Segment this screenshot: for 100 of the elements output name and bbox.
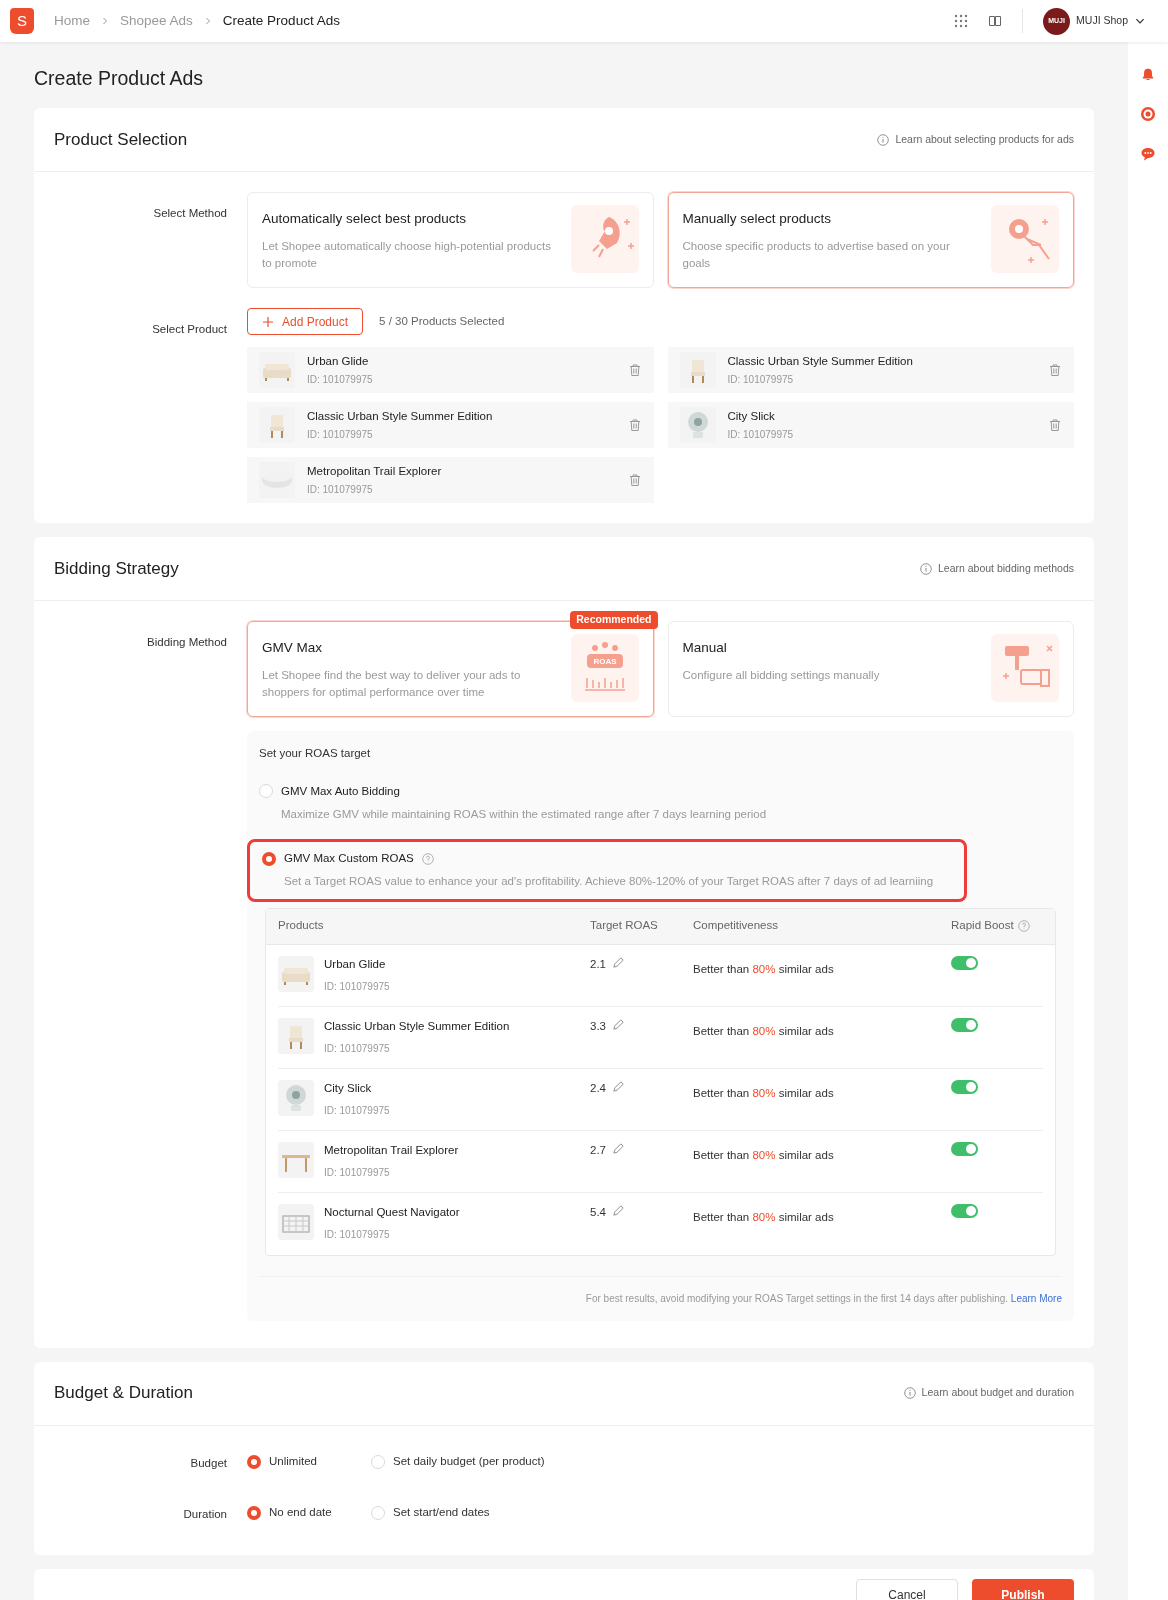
bell-icon[interactable] — [1140, 66, 1156, 82]
target-roas-value: 3.3 — [590, 1018, 606, 1034]
rocket-illustration — [570, 205, 639, 274]
method-card[interactable]: Automatically select best products Let Shopee automatically choose high-potential products to promote — [247, 192, 654, 289]
product-id: ID: 101079975 — [324, 1103, 390, 1118]
method-description: Configure all bidding settings manually — [682, 667, 881, 683]
trash-icon[interactable] — [1048, 418, 1062, 433]
product-id: ID: 101079975 — [324, 1227, 391, 1242]
section-title: Budget & Duration — [54, 1382, 193, 1405]
product-name: Classic Urban Style Summer Edition — [324, 1018, 510, 1034]
help-icon[interactable] — [1017, 920, 1030, 932]
method-title: Manually select products — [682, 210, 833, 229]
product-id: ID: 101079975 — [727, 428, 795, 443]
option-label: Set daily budget (per product) — [393, 1453, 545, 1469]
pencil-icon[interactable] — [612, 1203, 625, 1217]
book-icon[interactable] — [988, 14, 1003, 28]
column-header: Rapid Boost — [951, 918, 1014, 934]
pencil-icon[interactable] — [612, 1079, 625, 1093]
add-product-button[interactable]: Add Product — [247, 308, 364, 336]
selected-count: 5 / 30 Products Selected — [379, 314, 505, 330]
page-title: Create Product Ads — [34, 66, 205, 91]
field-label: Duration — [183, 1507, 227, 1520]
product-id: ID: 101079975 — [324, 1165, 391, 1180]
target-roas-value: 2.7 — [590, 1142, 606, 1158]
column-header: Competitiveness — [693, 918, 778, 934]
product-name: City Slick — [727, 409, 776, 425]
pencil-icon[interactable] — [612, 1141, 625, 1155]
trash-icon[interactable] — [1048, 363, 1062, 378]
roas-note: For best results, avoid modifying your ROAS Target settings in the first 14 days after publishing. Learn More — [585, 1292, 1062, 1304]
rapid-boost-toggle[interactable] — [951, 1079, 978, 1094]
chat-icon[interactable] — [1140, 146, 1156, 162]
target-roas-value: 5.4 — [590, 1204, 606, 1220]
option-description: Maximize GMV while maintaining ROAS within the estimated range after 7 days learning period — [281, 806, 768, 822]
product-name: Metropolitan Trail Explorer — [307, 464, 443, 480]
plus-icon — [262, 315, 274, 328]
competitiveness-text: Better than 80% similar ads — [693, 1148, 834, 1161]
radio-button[interactable] — [247, 1454, 261, 1469]
help-icon[interactable] — [421, 852, 434, 865]
method-card[interactable]: Manual Configure all bidding settings manually — [667, 621, 1074, 718]
product-id: ID: 101079975 — [307, 428, 374, 443]
apps-grid-icon[interactable] — [954, 14, 969, 28]
product-name: Classic Urban Style Summer Edition — [727, 354, 914, 370]
help-link[interactable]: Learn about selecting products for ads — [895, 131, 1074, 148]
section-title: Bidding Strategy — [54, 558, 179, 580]
method-title: Manual — [682, 639, 728, 658]
product-id: ID: 101079975 — [307, 373, 374, 388]
competitiveness-text: Better than 80% similar ads — [693, 962, 834, 975]
column-header: Target ROAS — [590, 918, 658, 934]
roas-illustration: ROAS — [570, 634, 639, 703]
rapid-boost-toggle[interactable] — [951, 1141, 978, 1156]
pencil-icon[interactable] — [612, 1017, 625, 1031]
pencil-icon[interactable] — [612, 955, 625, 969]
product-name: Nocturnal Quest Navigator — [324, 1204, 460, 1220]
method-card[interactable]: Manually select products Choose specific products to advertise based on your goals — [667, 192, 1074, 289]
help-link[interactable]: Learn about budget and duration — [921, 1385, 1074, 1401]
rapid-boost-toggle[interactable] — [951, 1017, 978, 1032]
product-name: Urban Glide — [324, 956, 387, 972]
help-link[interactable]: Learn about bidding methods — [937, 560, 1074, 577]
product-id: ID: 101079975 — [727, 373, 795, 388]
shop-logo[interactable]: S — [10, 8, 34, 34]
method-description: Let Shopee automatically choose high-potential products to promote — [262, 238, 552, 271]
competitiveness-text: Better than 80% similar ads — [693, 1210, 834, 1223]
method-title: GMV Max — [262, 639, 323, 658]
info-icon — [919, 562, 932, 575]
cancel-button[interactable]: Cancel — [856, 1578, 958, 1600]
product-id: ID: 101079975 — [307, 483, 374, 498]
option-label: No end date — [269, 1504, 332, 1520]
radio-button[interactable] — [247, 1505, 261, 1520]
recommended-badge: Recommended — [570, 611, 658, 629]
option-label: GMV Max Custom ROAS — [284, 851, 414, 866]
trash-icon[interactable] — [627, 363, 642, 378]
shop-name[interactable]: MUJI Shop — [1076, 13, 1128, 29]
field-label: Select Product — [152, 323, 227, 336]
competitiveness-text: Better than 80% similar ads — [693, 1086, 834, 1099]
target-roas-value: 2.1 — [590, 956, 606, 972]
product-name: Urban Glide — [307, 354, 370, 370]
method-title: Automatically select best products — [262, 210, 468, 229]
rapid-boost-toggle[interactable] — [951, 1203, 978, 1218]
option-label: Set start/end dates — [393, 1504, 490, 1520]
field-label: Select Method — [153, 207, 227, 220]
method-description: Choose specific products to advertise based on your goals — [682, 238, 951, 271]
trash-icon[interactable] — [627, 473, 642, 488]
method-description: Let Shopee find the best way to deliver your ads to shoppers for optimal performance over time — [262, 667, 522, 700]
info-icon — [903, 1387, 916, 1399]
product-id: ID: 101079975 — [324, 1041, 391, 1056]
roas-option[interactable]: GMV Max Custom ROAS Set a Target ROAS value to enhance your ad's profitability. Achieve 80%-120% of your Target ROAS after 7 days of ad learniing — [247, 839, 967, 902]
radio-button[interactable] — [262, 851, 276, 866]
roas-title: Set your ROAS target — [259, 746, 372, 762]
target-icon[interactable] — [1140, 106, 1156, 122]
product-name: Metropolitan Trail Explorer — [324, 1142, 459, 1158]
option-label: GMV Max Auto Bidding — [281, 783, 400, 799]
trash-icon[interactable] — [627, 418, 642, 433]
option-description: Set a Target ROAS value to enhance your ad's profitability. Achieve 80%-120% of your Target ROAS after 7 days of ad learniing — [284, 874, 935, 890]
learn-more-link[interactable]: Learn More — [1010, 1292, 1062, 1304]
roas-option[interactable]: GMV Max Auto Bidding Maximize GMV while maintaining ROAS within the estimated range after 7 days learning period — [247, 774, 967, 831]
rapid-boost-toggle[interactable] — [951, 955, 978, 970]
publish-button[interactable]: Publish — [972, 1578, 1074, 1600]
breadcrumb-link[interactable]: Create Product Ads — [222, 10, 340, 32]
column-header: Products — [278, 918, 324, 934]
product-id: ID: 101079975 — [324, 979, 390, 994]
